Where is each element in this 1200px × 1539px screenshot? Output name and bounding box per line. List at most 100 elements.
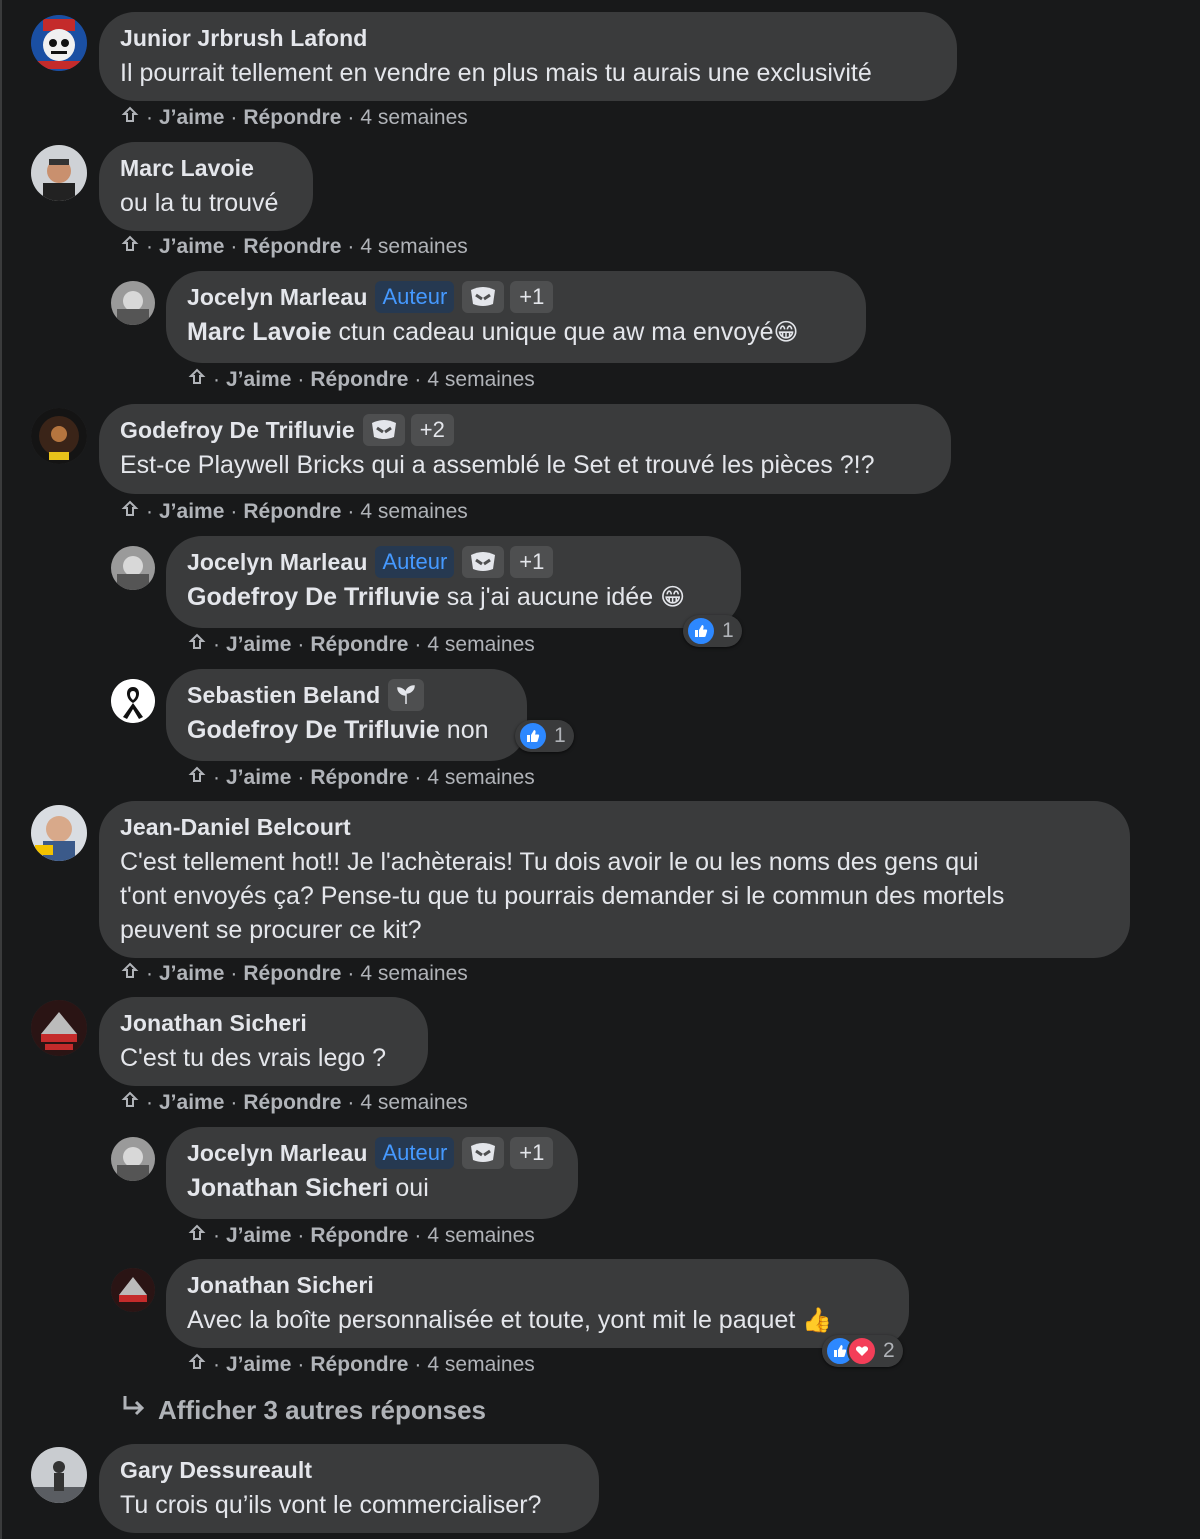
avatar[interactable] — [31, 1000, 87, 1056]
like-link[interactable]: J’aime — [226, 368, 291, 392]
comment-text: Avec la boîte personnalisée et toute, yo… — [187, 1306, 833, 1334]
badge-count[interactable]: +1 — [510, 281, 554, 313]
comment-text: C'est tu des vrais lego ? — [120, 1044, 387, 1072]
reply-link[interactable]: Répondre — [243, 1091, 341, 1115]
reaction-count[interactable]: 1 — [683, 615, 742, 647]
timestamp[interactable]: 4 semaines — [360, 1091, 467, 1115]
like-link[interactable]: J’aime — [226, 1353, 291, 1377]
reply-link[interactable]: Répondre — [243, 962, 341, 986]
like-reaction-icon — [518, 721, 548, 751]
like-link[interactable]: J’aime — [226, 633, 291, 657]
top-fan-badge-icon[interactable] — [462, 281, 505, 313]
reaction-count[interactable]: 2 — [822, 1335, 903, 1367]
grin-emoji: 😁 — [660, 584, 686, 611]
timestamp[interactable]: 4 semaines — [427, 633, 534, 657]
reaction-count[interactable]: 1 — [515, 720, 574, 752]
avatar[interactable] — [111, 1137, 155, 1181]
badge-count[interactable]: +1 — [510, 546, 554, 578]
sprout-badge-icon[interactable] — [388, 679, 425, 711]
timestamp[interactable]: 4 semaines — [427, 368, 534, 392]
comment-text: ou la tu trouvé — [120, 189, 279, 217]
reply-link[interactable]: Répondre — [310, 1353, 408, 1377]
author-badge: Auteur — [375, 1137, 455, 1169]
author-badge: Auteur — [375, 281, 455, 313]
mention-link[interactable]: Jonathan Sicheri — [187, 1174, 388, 1202]
author-name[interactable]: Sebastien Beland — [187, 682, 380, 709]
avatar[interactable] — [31, 805, 87, 861]
author-name[interactable]: Jocelyn Marleau — [187, 549, 367, 576]
author-name[interactable]: Godefroy De Trifluvie — [120, 417, 355, 444]
timestamp[interactable]: 4 semaines — [360, 235, 467, 259]
comment-actions: · J’aime · Répondre · 4 semaines — [187, 367, 535, 393]
like-link[interactable]: J’aime — [159, 500, 224, 524]
share-icon — [187, 1352, 207, 1378]
author-name[interactable]: Jocelyn Marleau — [187, 284, 367, 311]
grin-emoji: 😁 — [773, 319, 799, 346]
reply-link[interactable]: Répondre — [310, 1224, 408, 1248]
comment-actions: · J’aime · Répondre · 4 semaines — [120, 105, 468, 131]
share-icon — [187, 1223, 207, 1249]
timestamp[interactable]: 4 semaines — [360, 962, 467, 986]
reply-link[interactable]: Répondre — [243, 500, 341, 524]
timestamp[interactable]: 4 semaines — [427, 1353, 534, 1377]
comment-actions: · J’aime · Répondre · 4 semaines — [120, 961, 468, 987]
like-link[interactable]: J’aime — [159, 1091, 224, 1115]
share-icon — [120, 961, 140, 987]
comment-bubble: Jocelyn Marleau Auteur +1 Godefroy De Tr… — [166, 536, 741, 628]
comment-actions: · J’aime · Répondre · 4 semaines — [120, 234, 468, 260]
comment-text: Godefroy De Trifluvie non — [187, 716, 489, 744]
author-name[interactable]: Jean-Daniel Belcourt — [120, 814, 351, 841]
comment-bubble: Jean-Daniel Belcourt C'est tellement hot… — [99, 801, 1130, 958]
timestamp[interactable]: 4 semaines — [427, 1224, 534, 1248]
like-link[interactable]: J’aime — [159, 106, 224, 130]
comment-bubble: Jonathan Sicheri C'est tu des vrais lego… — [99, 997, 428, 1086]
like-link[interactable]: J’aime — [159, 235, 224, 259]
avatar[interactable] — [31, 145, 87, 201]
reply-link[interactable]: Répondre — [243, 235, 341, 259]
top-fan-badge-icon[interactable] — [362, 414, 405, 446]
badge-count[interactable]: +2 — [410, 414, 454, 446]
avatar[interactable] — [111, 679, 155, 723]
reply-link[interactable]: Répondre — [310, 633, 408, 657]
mention-link[interactable]: Marc Lavoie — [187, 318, 332, 346]
author-name[interactable]: Jonathan Sicheri — [187, 1272, 374, 1299]
mention-link[interactable]: Godefroy De Trifluvie — [187, 716, 440, 744]
avatar[interactable] — [111, 1268, 155, 1312]
avatar[interactable] — [31, 408, 87, 464]
reply-link[interactable]: Répondre — [310, 368, 408, 392]
comment-bubble: Marc Lavoie ou la tu trouvé — [99, 142, 313, 231]
left-border — [0, 0, 2, 1539]
avatar[interactable] — [31, 15, 87, 71]
mention-link[interactable]: Godefroy De Trifluvie — [187, 583, 440, 611]
avatar[interactable] — [31, 1447, 87, 1503]
reply-arrow-icon — [120, 1394, 148, 1427]
comment-text: Jonathan Sicheri oui — [187, 1174, 429, 1202]
timestamp[interactable]: 4 semaines — [427, 766, 534, 790]
like-reaction-icon — [686, 616, 716, 646]
author-name[interactable]: Gary Dessureault — [120, 1457, 312, 1484]
like-link[interactable]: J’aime — [226, 766, 291, 790]
comment-bubble: Jocelyn Marleau Auteur +1 Marc Lavoie ct… — [166, 271, 866, 363]
love-reaction-icon — [847, 1336, 877, 1366]
avatar[interactable] — [111, 281, 155, 325]
comment-actions: · J’aime · Répondre · 4 semaines — [120, 499, 468, 525]
author-name[interactable]: Marc Lavoie — [120, 155, 254, 182]
top-fan-badge-icon[interactable] — [462, 1137, 505, 1169]
top-fan-badge-icon[interactable] — [462, 546, 505, 578]
reply-link[interactable]: Répondre — [310, 766, 408, 790]
like-link[interactable]: J’aime — [159, 962, 224, 986]
like-link[interactable]: J’aime — [226, 1224, 291, 1248]
author-name[interactable]: Junior Jrbrush Lafond — [120, 25, 367, 52]
badge-count[interactable]: +1 — [510, 1137, 554, 1169]
share-icon — [120, 499, 140, 525]
author-name[interactable]: Jocelyn Marleau — [187, 1140, 367, 1167]
timestamp[interactable]: 4 semaines — [360, 500, 467, 524]
timestamp[interactable]: 4 semaines — [360, 106, 467, 130]
show-more-replies-link[interactable]: Afficher 3 autres réponses — [120, 1394, 486, 1427]
reply-link[interactable]: Répondre — [243, 106, 341, 130]
thumbs-up-emoji: 👍 — [802, 1307, 833, 1334]
author-name[interactable]: Jonathan Sicheri — [120, 1010, 307, 1037]
comment-bubble: Jocelyn Marleau Auteur +1 Jonathan Siche… — [166, 1127, 578, 1219]
avatar[interactable] — [111, 546, 155, 590]
comment-text: Est-ce Playwell Bricks qui a assemblé le… — [120, 451, 875, 479]
